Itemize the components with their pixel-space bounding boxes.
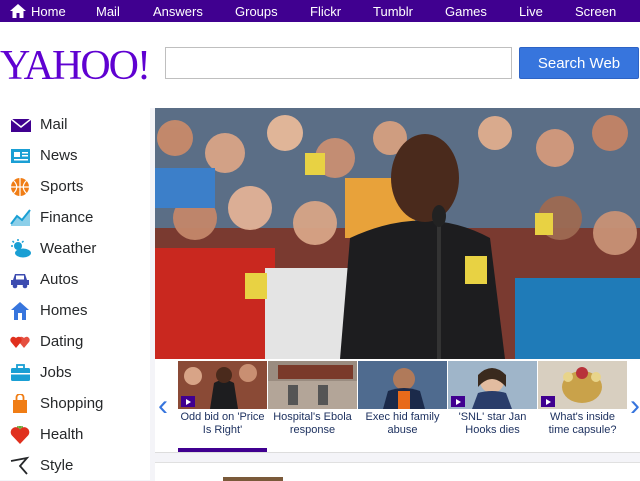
hanger-icon <box>10 456 30 475</box>
sidebar-item-label: Sports <box>40 178 84 195</box>
chart-line-icon <box>10 208 31 226</box>
car-icon <box>11 273 29 288</box>
briefcase-icon <box>11 363 30 381</box>
sidebar-item-weather[interactable]: Weather <box>0 233 150 264</box>
chevron-left-icon[interactable]: ‹ <box>158 389 168 423</box>
nav-live[interactable]: Live <box>519 4 543 19</box>
nav-home[interactable]: Home <box>31 4 66 19</box>
news-carousel: ‹ Odd bid on 'Price Is Right' Hospital's… <box>155 359 640 453</box>
sidebar-item-finance[interactable]: Finance <box>0 202 150 233</box>
chevron-right-icon[interactable]: › <box>630 389 640 423</box>
heart-icon <box>10 425 30 444</box>
hearts-icon <box>10 336 30 348</box>
nav-answers[interactable]: Answers <box>153 4 203 19</box>
sidebar-item-dating[interactable]: Dating <box>0 326 150 357</box>
sidebar-item-label: News <box>40 147 78 164</box>
nav-mail[interactable]: Mail <box>96 4 120 19</box>
play-icon <box>541 396 555 407</box>
home-icon[interactable] <box>10 4 26 18</box>
sidebar-item-shopping[interactable]: Shopping <box>0 388 150 419</box>
sun-cloud-icon <box>11 238 31 257</box>
carousel-item[interactable]: What's inside time capsule? <box>538 359 627 452</box>
carousel-item[interactable]: 'SNL' star Jan Hooks dies <box>448 359 537 452</box>
shopping-bag-icon <box>13 393 27 413</box>
top-nav-bar: Home Mail Answers Groups Flickr Tumblr G… <box>0 0 640 22</box>
sidebar-item-style[interactable]: Style <box>0 450 150 481</box>
sidebar-item-label: Shopping <box>40 395 104 412</box>
sidebar-item-homes[interactable]: Homes <box>0 295 150 326</box>
sidebar-item-jobs[interactable]: Jobs <box>0 357 150 388</box>
hero-image[interactable] <box>155 108 640 359</box>
yahoo-logo[interactable]: YAHOO! <box>0 42 151 90</box>
nav-tumblr[interactable]: Tumblr <box>373 4 413 19</box>
carousel-caption: What's inside time capsule? <box>548 411 617 436</box>
thumbnail-image <box>178 361 267 409</box>
house-icon <box>11 301 29 320</box>
sidebar-item-label: Autos <box>40 271 79 288</box>
sidebar: Mail News Sports Finance Weather Autos H… <box>0 108 150 480</box>
sidebar-item-label: Health <box>40 426 84 443</box>
sidebar-item-label: Style <box>40 457 74 474</box>
carousel-item[interactable]: Hospital's Ebola response <box>268 359 357 452</box>
search-web-button[interactable]: Search Web <box>519 47 639 79</box>
play-icon <box>451 396 465 407</box>
sidebar-item-label: Mail <box>40 116 68 133</box>
sidebar-item-label: Dating <box>40 333 84 350</box>
carousel-caption: 'SNL' star Jan Hooks dies <box>458 411 527 436</box>
sidebar-item-label: Finance <box>40 209 94 226</box>
content-section <box>155 462 640 481</box>
search-input[interactable] <box>165 47 512 79</box>
thumbnail-image <box>358 361 447 409</box>
thumbnail-image <box>268 361 357 409</box>
thumbnail-image <box>448 361 537 409</box>
carousel-caption: Odd bid on 'Price Is Right' <box>180 411 265 436</box>
carousel-caption: Exec hid family abuse <box>365 411 440 436</box>
carousel-item[interactable]: Exec hid family abuse <box>358 359 447 452</box>
carousel-item[interactable]: Odd bid on 'Price Is Right' <box>178 359 267 452</box>
sidebar-item-label: Weather <box>40 240 97 257</box>
thumbnail-image <box>538 361 627 409</box>
basketball-icon <box>11 177 29 196</box>
play-icon <box>181 396 195 407</box>
carousel-caption: Hospital's Ebola response <box>273 411 352 436</box>
nav-games[interactable]: Games <box>445 4 487 19</box>
sidebar-item-mail[interactable]: Mail <box>0 109 150 140</box>
sidebar-item-autos[interactable]: Autos <box>0 264 150 295</box>
sidebar-item-sports[interactable]: Sports <box>0 171 150 202</box>
header: YAHOO! Search Web <box>0 22 640 108</box>
newspaper-icon <box>11 148 30 163</box>
nav-screen[interactable]: Screen <box>575 4 616 19</box>
sidebar-item-health[interactable]: Health <box>0 419 150 450</box>
envelope-icon <box>10 117 32 132</box>
sidebar-item-news[interactable]: News <box>0 140 150 171</box>
nav-groups[interactable]: Groups <box>235 4 278 19</box>
sidebar-item-label: Jobs <box>40 364 72 381</box>
sidebar-item-label: Homes <box>40 302 88 319</box>
nav-flickr[interactable]: Flickr <box>310 4 341 19</box>
thumbnail-image <box>223 477 283 481</box>
